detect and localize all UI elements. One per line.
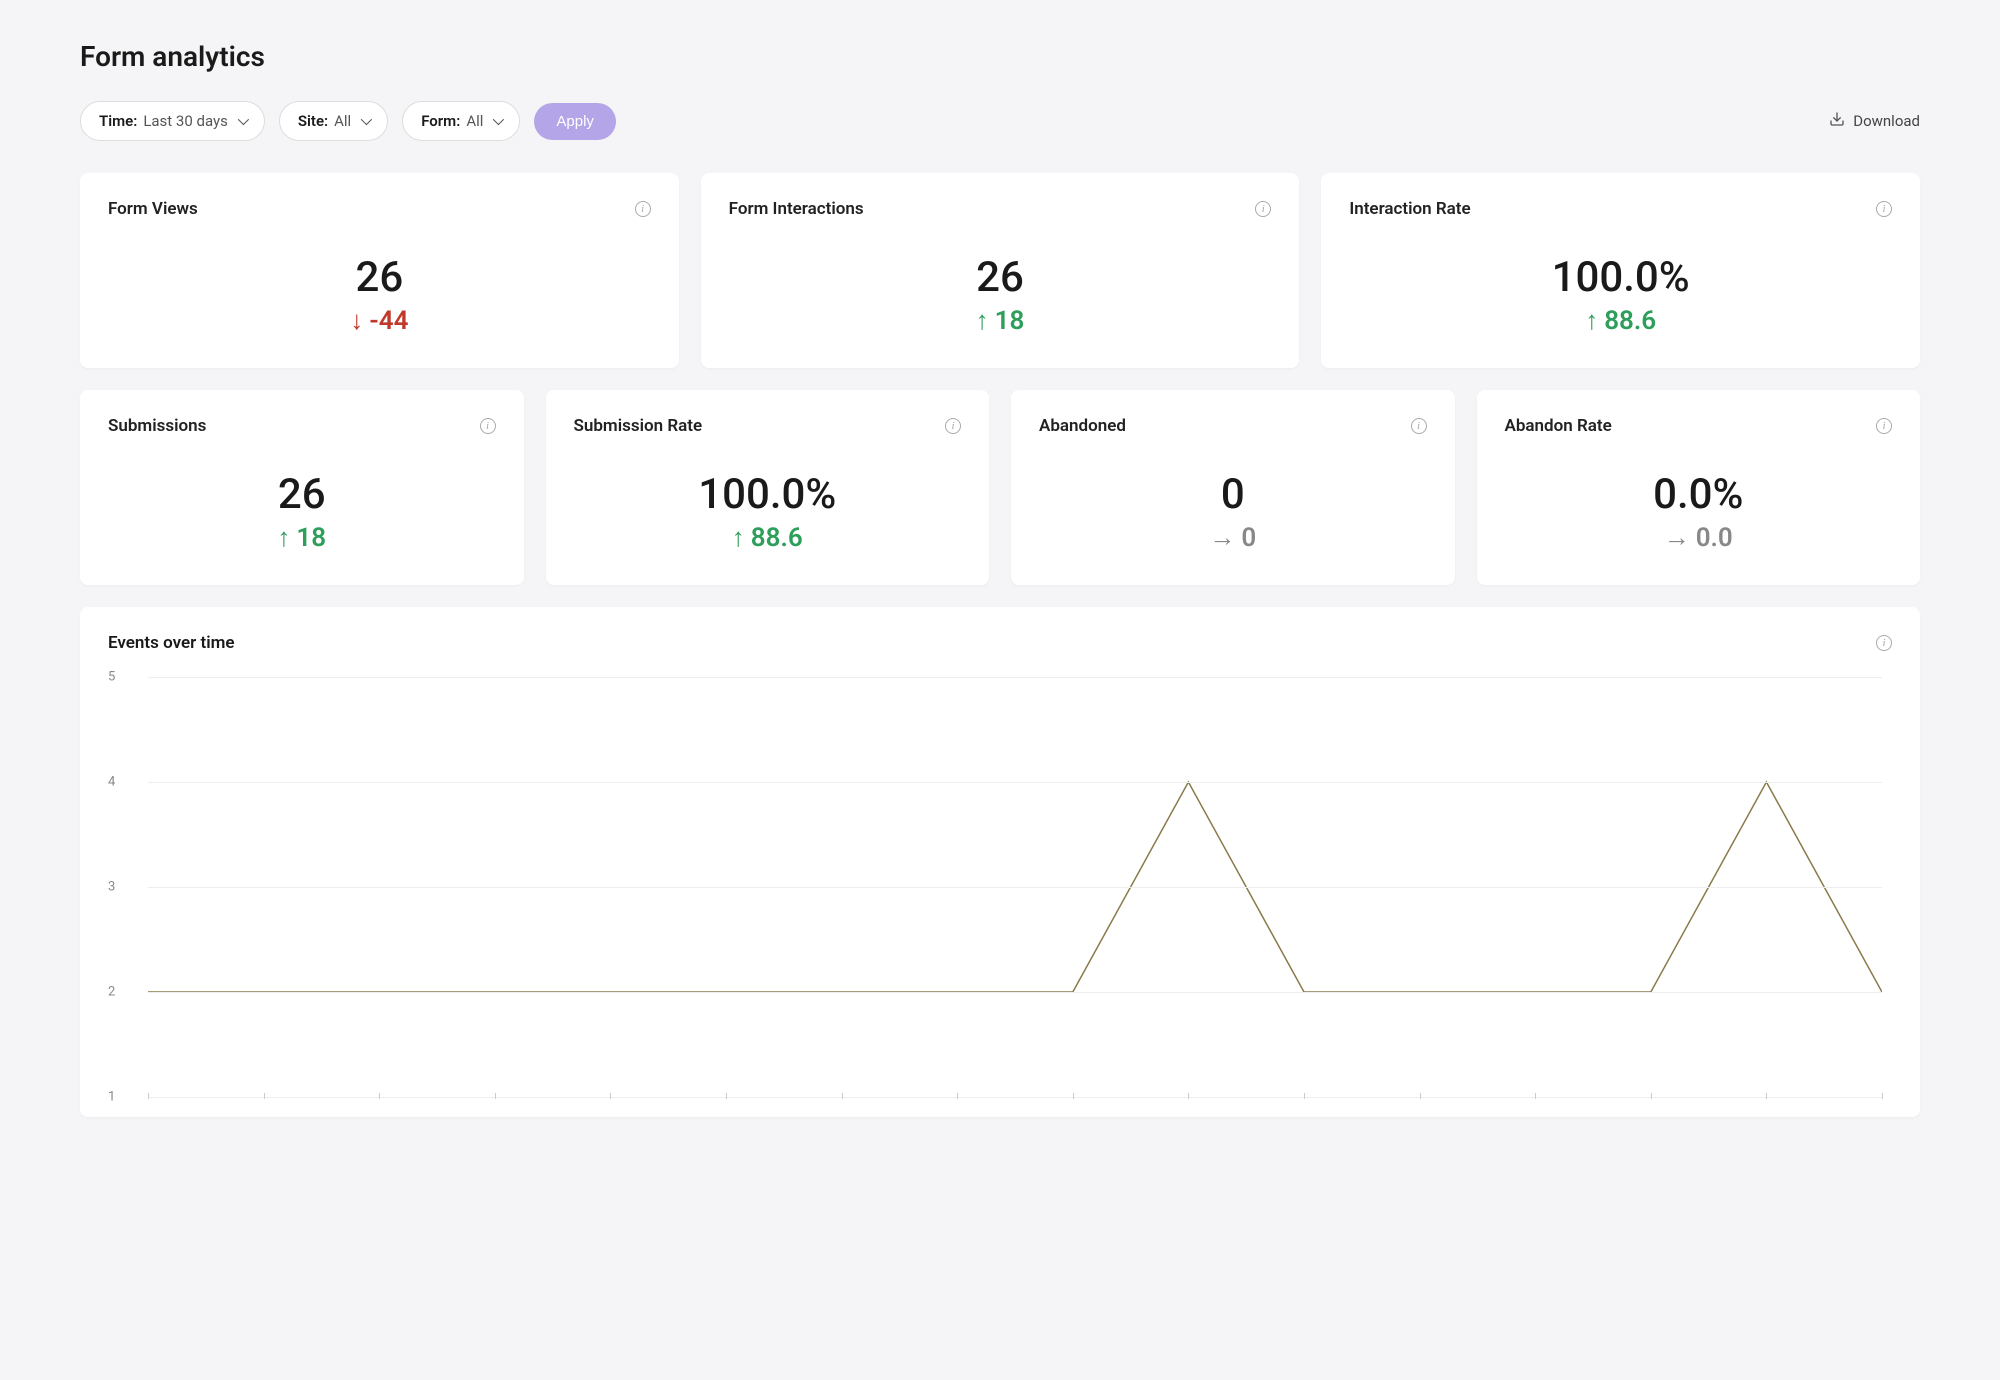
metrics-row-bottom: Submissions 26 ↑ 18 Submission Rate 100.0% ↑ … [80,390,1920,585]
x-tick [379,1093,380,1099]
metric-delta: ↑ 18 [277,523,326,553]
x-tick [610,1093,611,1099]
filter-site-value: All [334,112,351,130]
filters-row: Time: Last 30 days Site: All Form: All A… [80,101,1920,141]
filter-site[interactable]: Site: All [279,101,388,141]
filter-form-label: Form: [421,112,460,130]
metric-title: Abandoned [1039,416,1126,436]
info-icon[interactable] [1411,418,1427,434]
chart-area: 12345 [108,677,1892,1097]
arrow-up-icon: ↑ [732,525,745,551]
x-tick [1420,1093,1421,1099]
metric-value: 0.0% [1505,470,1893,519]
metric-card: Submission Rate 100.0% ↑ 88.6 [546,390,990,585]
x-tick [1304,1093,1305,1099]
metrics-row-top: Form Views 26 ↓ -44 Form Interactions 26 ↑ 18… [80,173,1920,368]
metric-delta: → 0.0 [1664,523,1733,553]
metric-title: Abandon Rate [1505,416,1612,436]
x-tick [1766,1093,1767,1099]
x-tick [726,1093,727,1099]
arrow-up-icon: ↑ [1585,308,1598,334]
chevron-down-icon [361,114,372,125]
x-tick [1188,1093,1189,1099]
metric-card: Form Views 26 ↓ -44 [80,173,679,368]
filter-time[interactable]: Time: Last 30 days [80,101,265,141]
metric-card: Form Interactions 26 ↑ 18 [701,173,1300,368]
metric-value: 26 [729,253,1272,302]
gridline [148,782,1882,783]
y-tick-label: 5 [108,670,115,685]
y-tick-label: 1 [108,1090,115,1105]
info-icon[interactable] [1876,418,1892,434]
y-tick-label: 2 [108,985,115,1000]
metric-card: Abandoned 0 → 0 [1011,390,1455,585]
metric-value: 100.0% [1349,253,1892,302]
metric-delta: ↑ 88.6 [1585,306,1656,336]
x-tick [1073,1093,1074,1099]
x-tick [1535,1093,1536,1099]
arrow-right-icon: → [1664,525,1690,551]
filter-form-value: All [466,112,483,130]
metric-title: Form Interactions [729,199,864,219]
y-tick-label: 4 [108,775,115,790]
metric-card: Interaction Rate 100.0% ↑ 88.6 [1321,173,1920,368]
x-tick [957,1093,958,1099]
download-label: Download [1853,112,1920,130]
arrow-up-icon: ↑ [976,308,989,334]
y-tick-label: 3 [108,880,115,895]
metric-title: Interaction Rate [1349,199,1470,219]
gridline [148,992,1882,993]
x-tick [1651,1093,1652,1099]
info-icon[interactable] [480,418,496,434]
x-tick [148,1093,149,1099]
filter-time-label: Time: [99,112,137,130]
metric-title: Submissions [108,416,206,436]
apply-button[interactable]: Apply [534,103,616,140]
chevron-down-icon [238,114,249,125]
metric-value: 26 [108,253,651,302]
metric-card: Abandon Rate 0.0% → 0.0 [1477,390,1921,585]
arrow-right-icon: → [1209,525,1235,551]
metric-card: Submissions 26 ↑ 18 [80,390,524,585]
x-tick [264,1093,265,1099]
download-icon [1829,111,1845,131]
metric-delta: ↑ 88.6 [732,523,803,553]
x-tick [1882,1093,1883,1099]
filter-form[interactable]: Form: All [402,101,520,141]
info-icon[interactable] [635,201,651,217]
metric-delta: ↓ -44 [350,306,408,336]
metric-delta: → 0 [1209,523,1256,553]
filter-site-label: Site: [298,112,328,130]
info-icon[interactable] [1876,201,1892,217]
info-icon[interactable] [1255,201,1271,217]
gridline [148,677,1882,678]
metric-value: 26 [108,470,496,519]
download-button[interactable]: Download [1829,111,1920,131]
info-icon[interactable] [1876,635,1892,651]
x-tick [495,1093,496,1099]
gridline [148,887,1882,888]
arrow-up-icon: ↑ [277,525,290,551]
chevron-down-icon [493,114,504,125]
gridline [148,1097,1882,1098]
info-icon[interactable] [945,418,961,434]
filter-time-value: Last 30 days [143,112,228,130]
metric-title: Form Views [108,199,198,219]
page-title: Form analytics [80,40,1920,73]
chart-title: Events over time [108,633,235,653]
arrow-down-icon: ↓ [350,308,363,334]
metric-value: 100.0% [574,470,962,519]
metric-delta: ↑ 18 [976,306,1025,336]
events-chart-card: Events over time 1 2 3 4 5 [80,607,1920,1117]
metric-title: Submission Rate [574,416,703,436]
metric-value: 0 [1039,470,1427,519]
x-tick [842,1093,843,1099]
